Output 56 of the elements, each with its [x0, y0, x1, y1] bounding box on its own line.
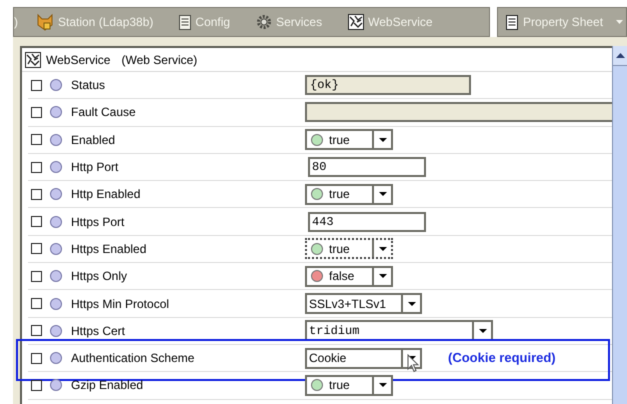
boolean-dropdown[interactable]: true [305, 374, 393, 396]
checkbox[interactable] [31, 188, 42, 200]
nav-item-fragment: ) [14, 14, 18, 31]
checkbox[interactable] [31, 352, 42, 364]
property-label: Http Enabled [71, 186, 142, 204]
property-label: Http Port [71, 159, 120, 176]
caret-icon [616, 20, 623, 24]
dropdown-arrow-icon [478, 328, 486, 333]
boolean-dropdown[interactable]: true [305, 184, 393, 205]
dropdown[interactable]: tridium [305, 320, 493, 342]
cursor-icon [407, 354, 419, 373]
gear-icon [256, 14, 272, 30]
checkbox[interactable] [31, 106, 42, 118]
dropdown-arrow-icon [378, 138, 386, 142]
boolean-dropdown[interactable]: false [305, 266, 393, 287]
property-label: Enabled [71, 132, 116, 149]
scrollbar[interactable] [612, 46, 627, 404]
web-service-icon [348, 14, 364, 30]
scroll-up-icon[interactable] [616, 53, 624, 58]
checkbox[interactable] [31, 134, 42, 146]
property-label: Gzip Enabled [71, 377, 144, 394]
component-name: WebService [46, 52, 110, 68]
property-label: Https Only [71, 268, 128, 286]
annotation-text: (Cookie required) [448, 349, 556, 368]
station-icon [36, 13, 54, 31]
checkbox[interactable] [31, 380, 42, 391]
property-label: Https Port [71, 214, 126, 231]
checkbox[interactable] [31, 270, 42, 282]
checkbox[interactable] [31, 216, 42, 228]
checkbox[interactable] [31, 243, 42, 254]
dropdown-arrow-icon [378, 274, 386, 278]
boolean-dropdown[interactable]: true [305, 238, 393, 260]
sheet-icon [506, 14, 518, 30]
property-label: Https Enabled [71, 240, 148, 258]
text-field[interactable]: 80 [308, 157, 426, 178]
dropdown-arrow-icon [378, 192, 386, 196]
checkbox[interactable] [31, 298, 42, 310]
component-type: (Web Service) [121, 52, 198, 68]
readonly-field: {ok} [305, 75, 471, 96]
property-label: Status [71, 77, 106, 94]
text-field[interactable]: 443 [308, 212, 426, 232]
checkbox[interactable] [31, 162, 42, 173]
checkbox[interactable] [31, 325, 42, 336]
property-label: Authentication Scheme [71, 350, 196, 368]
checkbox[interactable] [31, 80, 42, 91]
property-label: Fault Cause [71, 104, 137, 122]
dropdown[interactable]: Cookie [305, 348, 422, 369]
web-service-icon [25, 52, 41, 68]
dropdown-arrow-icon [408, 302, 416, 306]
dropdown-arrow-icon [378, 383, 386, 388]
property-label: Https Min Protocol [71, 296, 170, 313]
dropdown-arrow-icon [378, 246, 386, 251]
property-label: Https Cert [71, 322, 126, 340]
boolean-dropdown[interactable]: true [305, 129, 393, 150]
list-icon [179, 14, 192, 30]
dropdown[interactable]: SSLv3+TLSv1 [305, 293, 422, 314]
